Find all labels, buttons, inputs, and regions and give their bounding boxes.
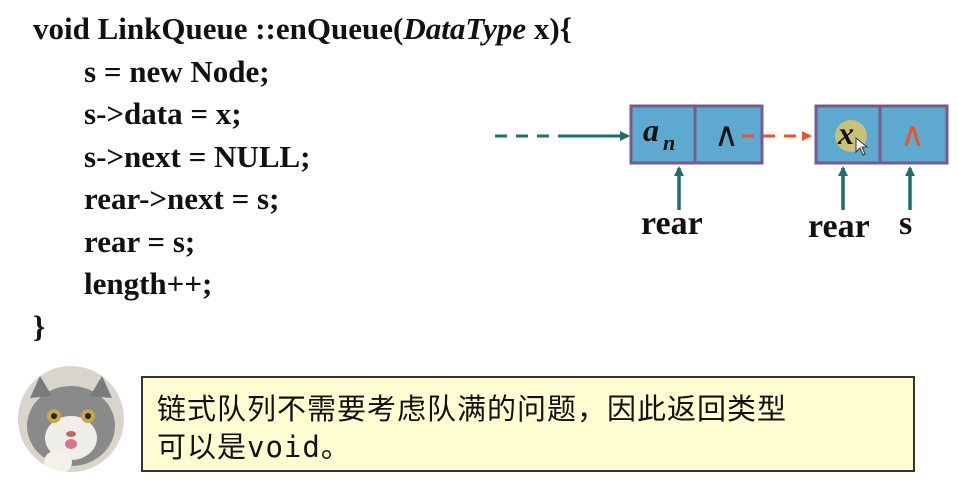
node1-data: a <box>643 112 659 148</box>
new-rear-label: rear <box>808 208 870 245</box>
node1-data-subscript: n <box>663 130 675 155</box>
node2-null-pointer: ∧ <box>900 115 925 155</box>
node2-data: x <box>837 115 854 151</box>
old-rear-label: rear <box>641 205 703 242</box>
node1-null-pointer: ∧ <box>714 115 739 155</box>
s-label: s <box>899 205 913 242</box>
note-line-1: 链式队列不需要考虑队满的问题，因此返回类型 <box>157 392 788 426</box>
note-line-2: 可以是void。 <box>157 430 351 464</box>
node-x: x ∧ <box>814 104 949 165</box>
note-text: 链式队列不需要考虑队满的问题，因此返回类型 可以是void。 <box>157 390 903 466</box>
note-box: 链式队列不需要考虑队满的问题，因此返回类型 可以是void。 <box>141 376 915 472</box>
cat-avatar-icon <box>18 366 124 472</box>
